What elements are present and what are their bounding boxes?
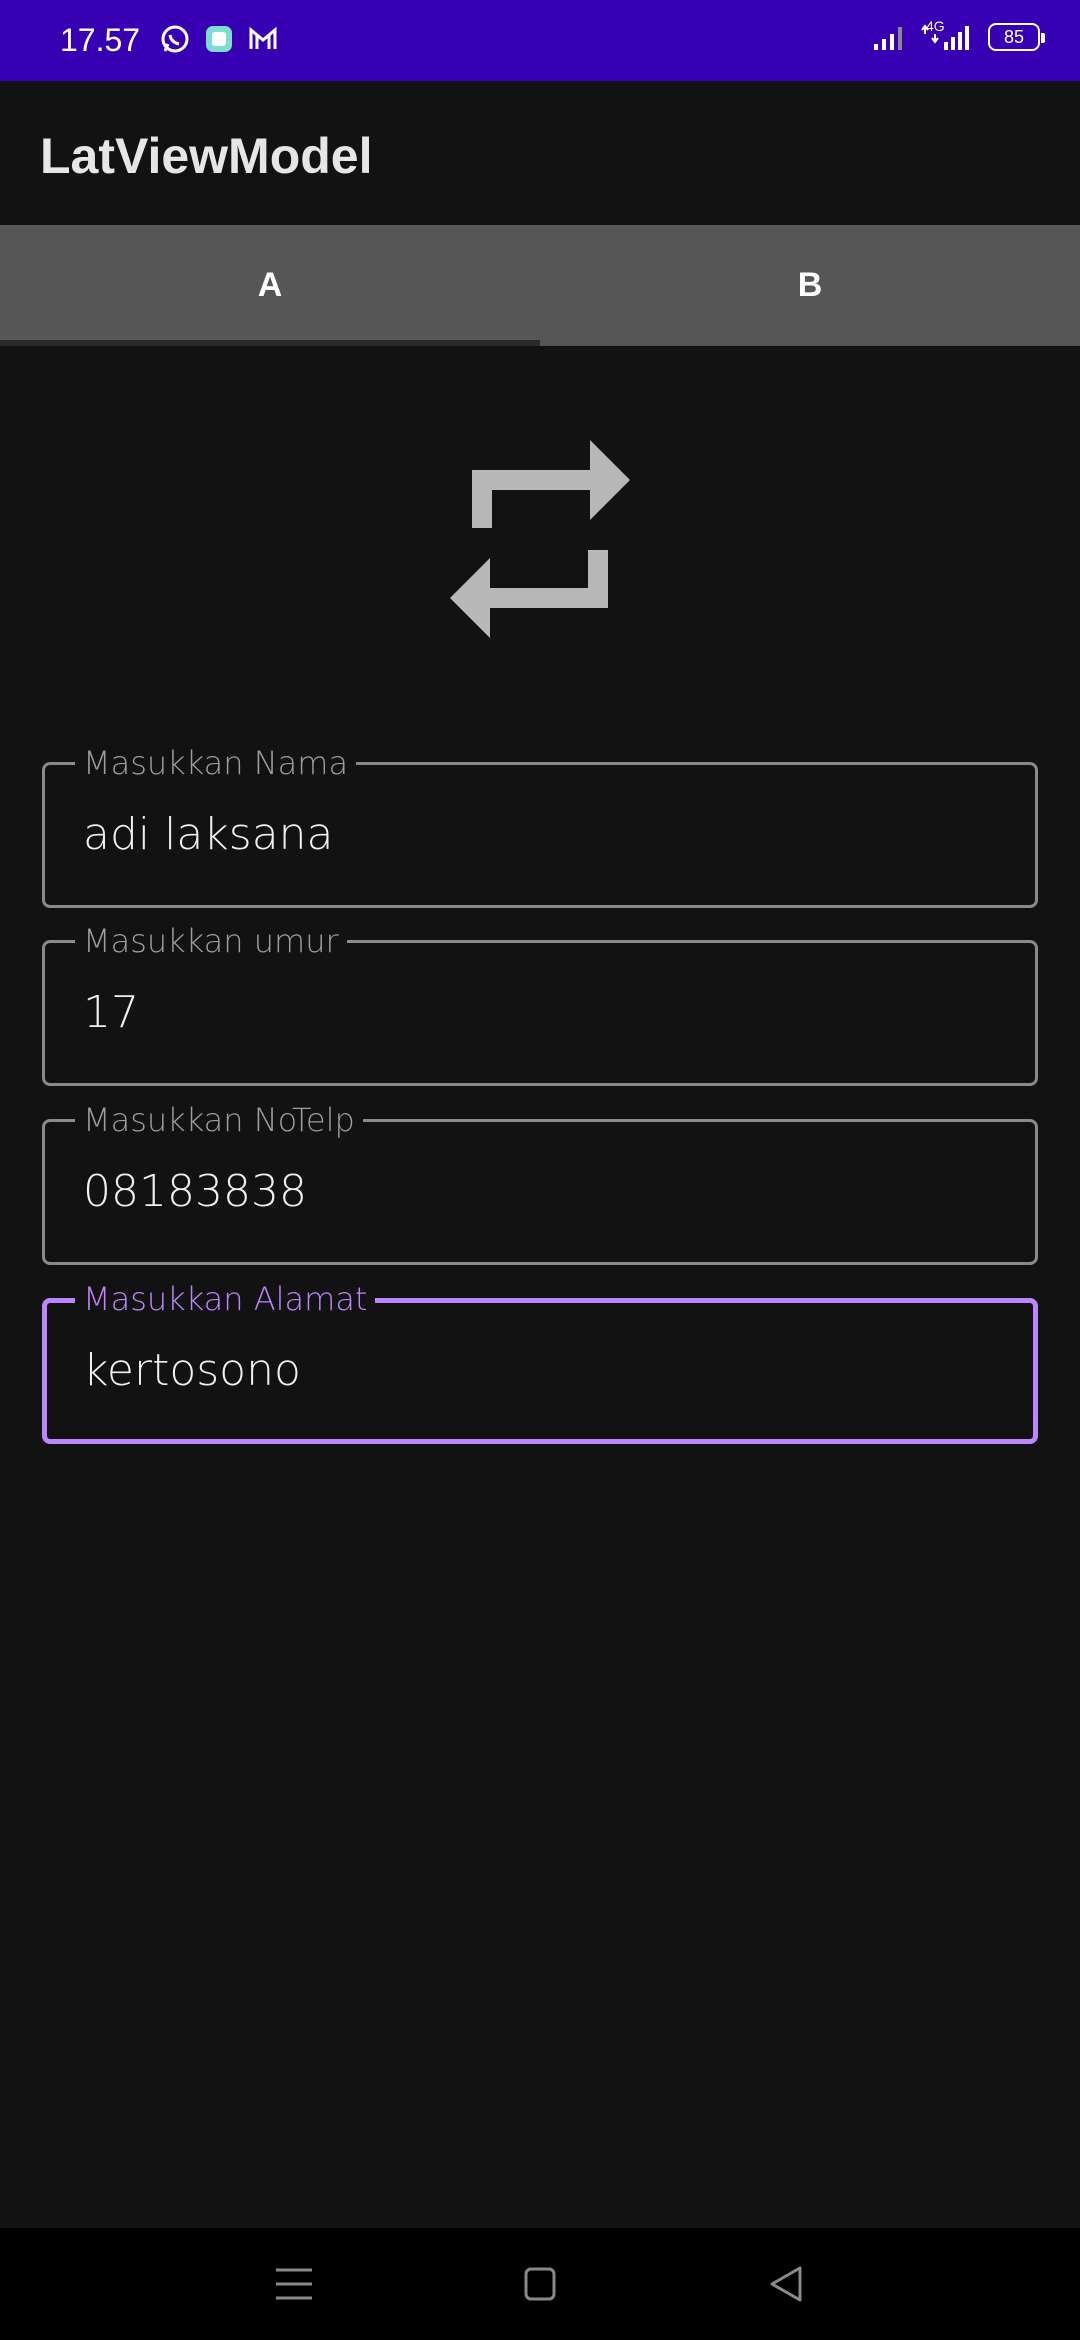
gmail-icon (249, 26, 277, 49)
tab-b[interactable]: B (540, 225, 1080, 346)
screen: 17.57 4G 85 LatViewModel A B Masukkan Na… (0, 0, 1080, 2340)
age-field-value[interactable]: 17 (83, 987, 139, 1038)
home-icon[interactable] (518, 2264, 562, 2304)
status-bar: 17.57 4G 85 (0, 0, 1080, 81)
tab-bar: A B (0, 225, 1080, 346)
whatsapp-icon (161, 25, 189, 53)
app-title: LatViewModel (40, 128, 373, 184)
address-field[interactable]: Masukkan Alamat kertosono (42, 1279, 1038, 1444)
phone-field-label: Masukkan NoTelp (75, 1100, 363, 1140)
name-field-value[interactable]: adi laksana (83, 809, 334, 860)
app-bar: LatViewModel (0, 81, 1080, 225)
status-time: 17.57 (60, 22, 141, 58)
name-field-label: Masukkan Nama (75, 743, 357, 783)
address-field-value[interactable]: kertosono (83, 1345, 301, 1396)
signal-4g-icon (921, 24, 969, 50)
phone-field[interactable]: Masukkan NoTelp 08183838 (42, 1100, 1038, 1265)
age-field[interactable]: Masukkan umur 17 (42, 921, 1038, 1086)
network-indicator: 4G (920, 18, 974, 52)
phone-field-value[interactable]: 08183838 (83, 1166, 307, 1217)
back-icon[interactable] (764, 2264, 808, 2304)
tab-a-label: A (257, 266, 283, 304)
navigation-bar (0, 2228, 1080, 2340)
menu-icon[interactable] (272, 2264, 316, 2304)
app-icon (206, 26, 232, 52)
battery-level: 85 (1003, 26, 1025, 47)
name-field[interactable]: Masukkan Nama adi laksana (42, 743, 1038, 908)
notification-icons (160, 24, 278, 54)
signal-icon (874, 27, 902, 50)
tab-b-label: B (797, 266, 823, 304)
status-right: 4G 85 (872, 18, 1045, 52)
age-field-label: Masukkan umur (75, 921, 347, 961)
tab-a[interactable]: A (0, 225, 540, 346)
address-field-label: Masukkan Alamat (75, 1279, 376, 1319)
swap-arrows-icon (450, 440, 630, 638)
battery-indicator: 85 (988, 23, 1045, 51)
